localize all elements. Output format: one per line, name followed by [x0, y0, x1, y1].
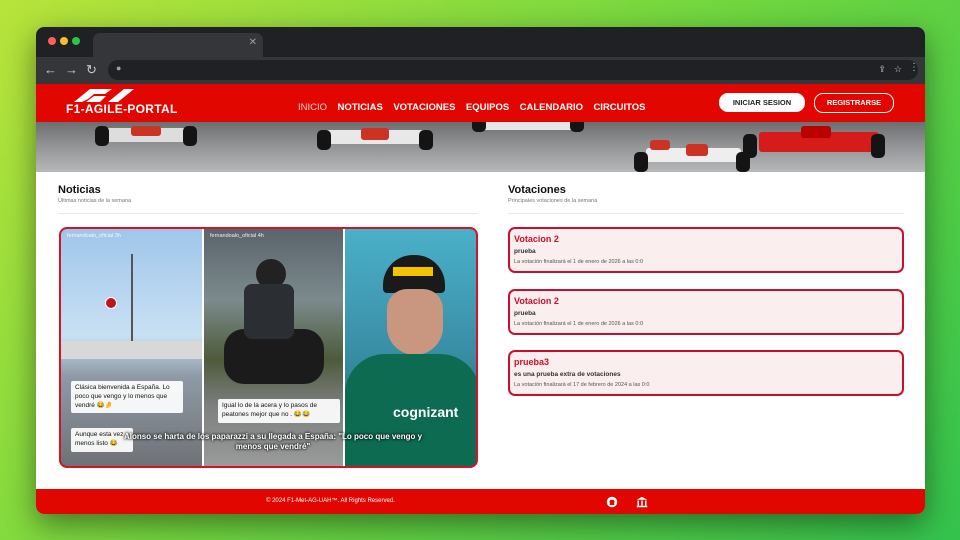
- main-content: Noticias Últimas noticias de la semana f…: [36, 172, 925, 489]
- vote-description: prueba: [514, 310, 536, 317]
- vote-end-date: La votación finalizará el 17 de febrero …: [514, 382, 650, 388]
- browser-toolbar: ← → ↻ ● ⇪☆ ⋮: [36, 57, 925, 84]
- vote-card[interactable]: Votacion 2 prueba La votación finalizará…: [508, 289, 904, 335]
- university-icon[interactable]: [636, 495, 648, 513]
- browser-tabbar: ✕: [36, 27, 925, 57]
- site-footer: © 2024 F1-Met-AG-UAH™. All Rights Reserv…: [36, 489, 925, 514]
- browser-window: ✕ ← → ↻ ● ⇪☆ ⋮ F1-AGILE-PORTAL INICIO NO…: [36, 27, 925, 514]
- story-sticker: Clásica bienvenida a España. Lo poco que…: [71, 381, 183, 414]
- nav-equipos[interactable]: EQUIPOS: [466, 102, 509, 113]
- browser-tab[interactable]: ✕: [93, 33, 263, 57]
- news-divider: [58, 213, 478, 214]
- story-panel-3: cognizant: [343, 229, 476, 466]
- race-car-image: [466, 122, 591, 142]
- browser-menu-icon[interactable]: ⋮: [909, 62, 919, 73]
- site-header: F1-AGILE-PORTAL INICIO NOTICIAS VOTACION…: [36, 84, 925, 122]
- minimize-window-button[interactable]: [60, 37, 68, 45]
- rider-jacket: [244, 284, 294, 339]
- close-window-button[interactable]: [48, 37, 56, 45]
- address-bar[interactable]: ● ⇪☆: [108, 60, 918, 80]
- reload-icon[interactable]: ↻: [86, 62, 97, 78]
- story-panel-1: fernandoalo_oficial 3h Clásica bienvenid…: [61, 229, 202, 466]
- forward-icon[interactable]: →: [65, 62, 78, 78]
- github-icon[interactable]: [606, 495, 618, 513]
- race-car-image: [91, 122, 201, 156]
- race-car-image: [626, 134, 756, 172]
- register-button[interactable]: REGISTRARSE: [814, 93, 894, 113]
- vote-title: Votacion 2: [514, 296, 559, 306]
- site-logo[interactable]: F1-AGILE-PORTAL: [66, 87, 196, 119]
- vote-end-date: La votación finalizará el 1 de enero de …: [514, 321, 644, 327]
- main-nav: INICIO NOTICIAS VOTACIONES EQUIPOS CALEN…: [298, 97, 652, 115]
- vote-end-date: La votación finalizará el 1 de enero de …: [514, 259, 644, 265]
- vote-description: es una prueba extra de votaciones: [514, 371, 621, 378]
- nav-noticias[interactable]: NOTICIAS: [337, 102, 382, 113]
- lock-icon: ●: [116, 63, 122, 73]
- stop-sign-icon: [105, 297, 117, 309]
- brand-name: F1-AGILE-PORTAL: [66, 102, 178, 116]
- driver-face: [387, 289, 443, 355]
- news-section-subtitle: Últimas noticias de la semana: [58, 198, 132, 204]
- share-bookmark-icons[interactable]: ⇪☆: [878, 64, 910, 75]
- votes-section-subtitle: Principales votaciones de la semana: [508, 198, 598, 204]
- vote-card[interactable]: Votacion 2 prueba La votación finalizará…: [508, 227, 904, 273]
- street-lamp: [131, 254, 133, 354]
- login-button[interactable]: INICIAR SESION: [719, 93, 805, 112]
- vote-description: prueba: [514, 248, 536, 255]
- story-username: fernandoalo_oficial 4h: [210, 233, 264, 239]
- vote-card[interactable]: prueba3 es una prueba extra de votacione…: [508, 350, 904, 396]
- parked-cars: [61, 341, 202, 359]
- f1-logo-icon: [74, 89, 134, 102]
- vote-title: prueba3: [514, 357, 550, 367]
- news-card[interactable]: fernandoalo_oficial 3h Clásica bienvenid…: [59, 227, 478, 468]
- hero-banner-image: [36, 122, 925, 172]
- copyright-text: © 2024 F1-Met-AG-UAH™. All Rights Reserv…: [266, 498, 395, 504]
- votes-section-title: Votaciones: [508, 184, 566, 196]
- maximize-window-button[interactable]: [72, 37, 80, 45]
- nav-votaciones[interactable]: VOTACIONES: [393, 102, 455, 113]
- story-username: fernandoalo_oficial 3h: [67, 233, 121, 239]
- vote-title: Votacion 2: [514, 234, 559, 244]
- nav-calendario[interactable]: CALENDARIO: [520, 102, 583, 113]
- nav-circuitos[interactable]: CIRCUITOS: [593, 102, 645, 113]
- race-car-image: [741, 122, 891, 168]
- news-headline[interactable]: Alonso se harta de los paparazzi a su ll…: [123, 432, 423, 453]
- pirelli-cap: [383, 255, 445, 293]
- news-section-title: Noticias: [58, 184, 101, 196]
- back-icon[interactable]: ←: [44, 62, 57, 78]
- story-sticker: Igual lo de la acera y lo pasos de peato…: [218, 399, 340, 423]
- nav-inicio[interactable]: INICIO: [298, 102, 327, 113]
- close-tab-icon[interactable]: ✕: [249, 37, 257, 48]
- votes-divider: [508, 213, 904, 214]
- race-car-image: [311, 122, 441, 160]
- story-panel-2: fernandoalo_oficial 4h Igual lo de la ac…: [202, 229, 343, 466]
